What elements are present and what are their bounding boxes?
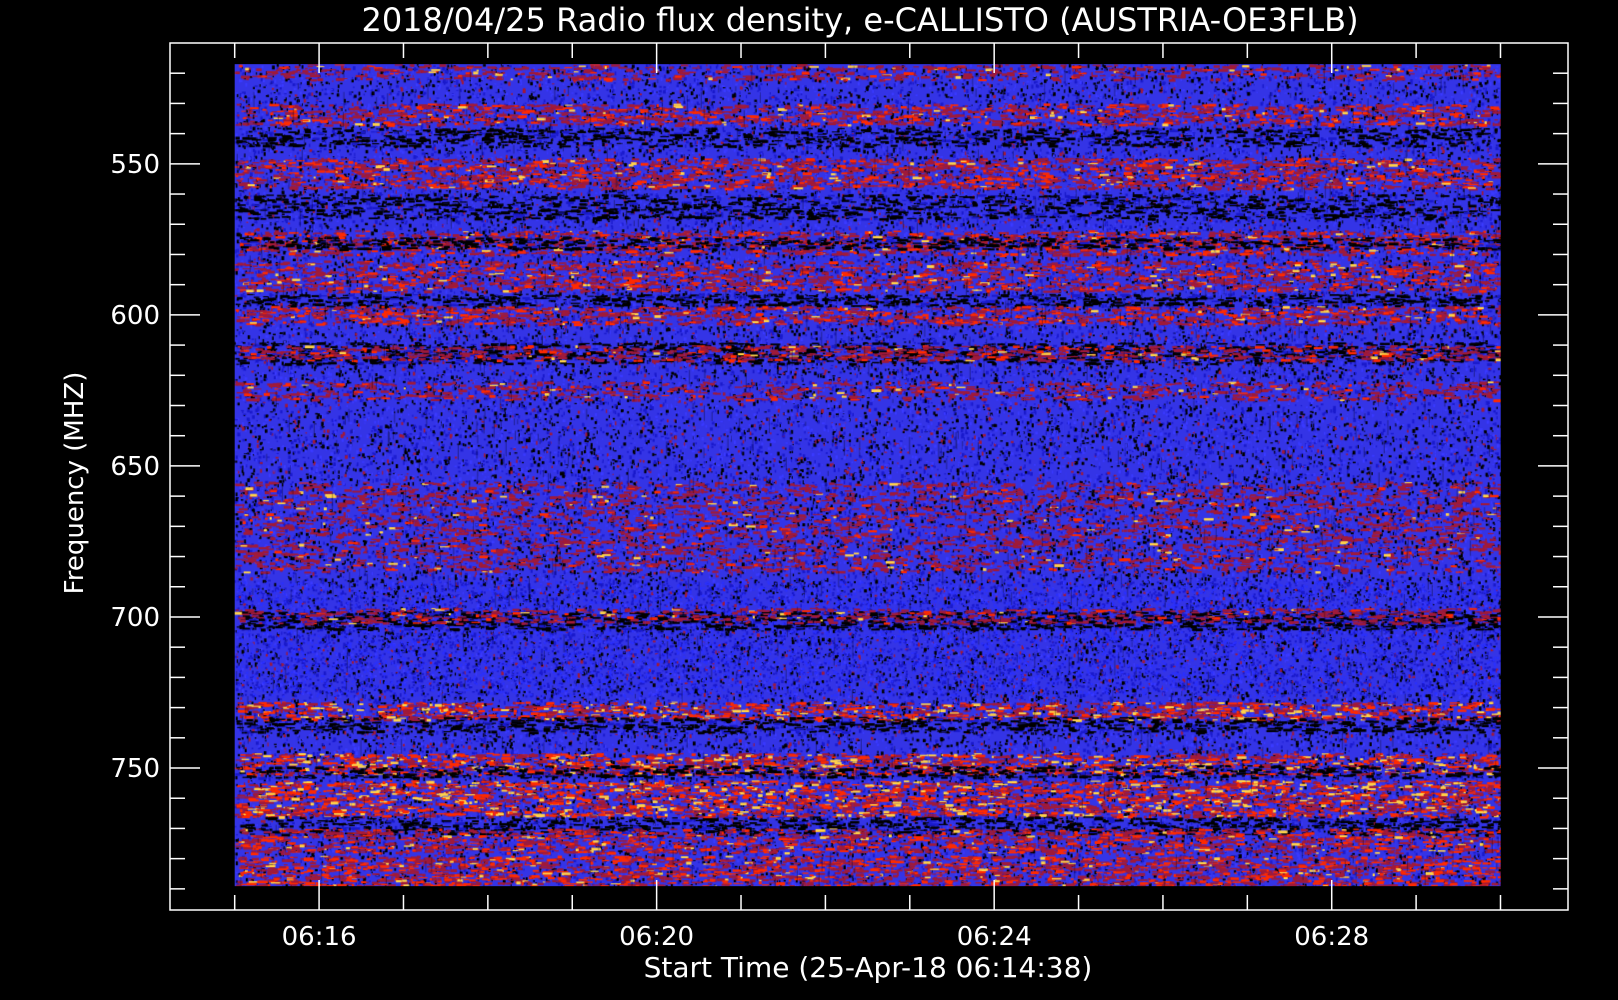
y-tick-label: 550 bbox=[110, 150, 160, 180]
y-tick-label: 650 bbox=[110, 452, 160, 482]
y-tick-label: 700 bbox=[110, 603, 160, 633]
spectrogram-chart: 550 600 650 700 750 06:16 06:20 06:24 06:28 2018… bbox=[0, 0, 1618, 1000]
y-axis-label: Frequency (MHZ) bbox=[60, 372, 90, 595]
chart-title: 2018/04/25 Radio flux density, e-CALLIST… bbox=[361, 1, 1358, 39]
y-tick-label: 750 bbox=[110, 754, 160, 784]
x-tick-label: 06:16 bbox=[282, 922, 357, 952]
y-tick-label: 600 bbox=[110, 301, 160, 331]
spectrogram-image bbox=[234, 64, 1501, 887]
heatmap-area bbox=[234, 64, 1501, 887]
x-axis-label: Start Time (25-Apr-18 06:14:38) bbox=[644, 951, 1093, 984]
x-tick-label: 06:28 bbox=[1294, 922, 1369, 952]
x-tick-label: 06:20 bbox=[619, 922, 694, 952]
x-tick-label: 06:24 bbox=[957, 922, 1032, 952]
